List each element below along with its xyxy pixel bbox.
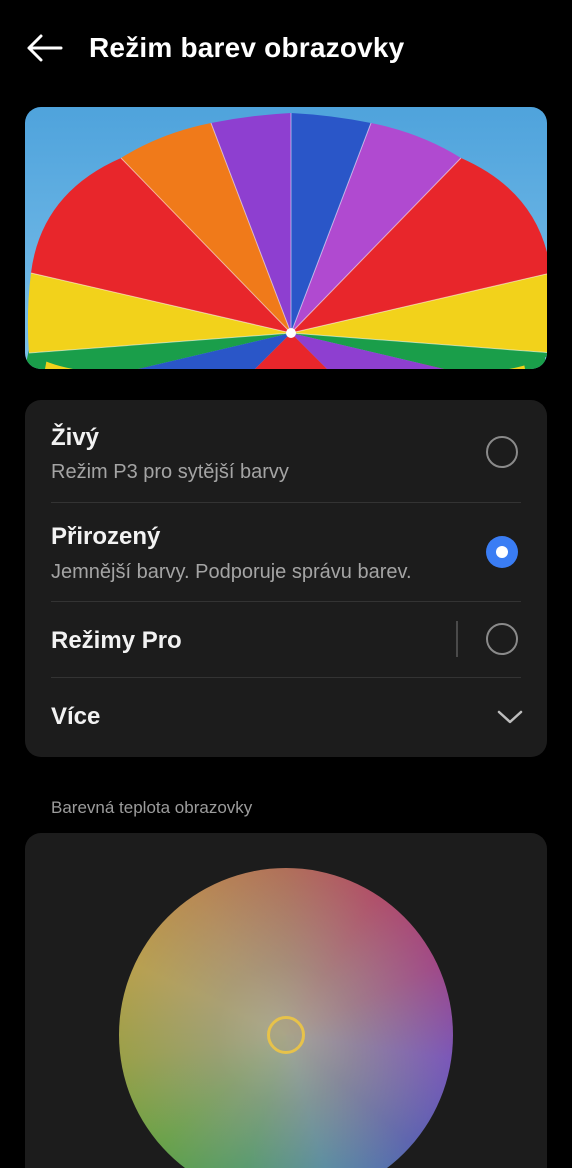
- arrow-left-icon: [27, 34, 63, 62]
- chevron-down-icon: [497, 710, 523, 724]
- color-wheel-knob[interactable]: [267, 1016, 305, 1054]
- header: Režim barev obrazovky: [0, 0, 572, 96]
- mode-title: Přirozený: [51, 523, 161, 550]
- color-temperature-card: [25, 833, 547, 1168]
- more-title: Více: [51, 703, 101, 730]
- mode-option-pro[interactable]: Režimy Pro: [25, 601, 547, 677]
- more-row[interactable]: Více: [25, 677, 547, 757]
- mode-option-natural[interactable]: Přirozený Jemnější barvy. Podporuje sprá…: [25, 502, 547, 601]
- section-label-temperature: Barevná teplota obrazovky: [51, 798, 253, 817]
- vertical-separator: [456, 621, 458, 657]
- page-title: Režim barev obrazovky: [89, 32, 405, 63]
- mode-title: Živý: [51, 424, 100, 451]
- mode-subtitle: Režim P3 pro sytější barvy: [51, 461, 289, 483]
- radio-natural[interactable]: [486, 536, 518, 568]
- mode-title: Režimy Pro: [51, 627, 182, 654]
- radio-vivid[interactable]: [486, 436, 518, 468]
- mode-option-vivid[interactable]: Živý Režim P3 pro sytější barvy: [25, 400, 547, 502]
- preview-image-parachute: [25, 107, 547, 369]
- radio-pro[interactable]: [486, 623, 518, 655]
- mode-subtitle: Jemnější barvy. Podporuje správu barev.: [51, 561, 412, 583]
- color-mode-card: Živý Režim P3 pro sytější barvy Přirozen…: [25, 400, 547, 757]
- back-button[interactable]: [22, 26, 66, 70]
